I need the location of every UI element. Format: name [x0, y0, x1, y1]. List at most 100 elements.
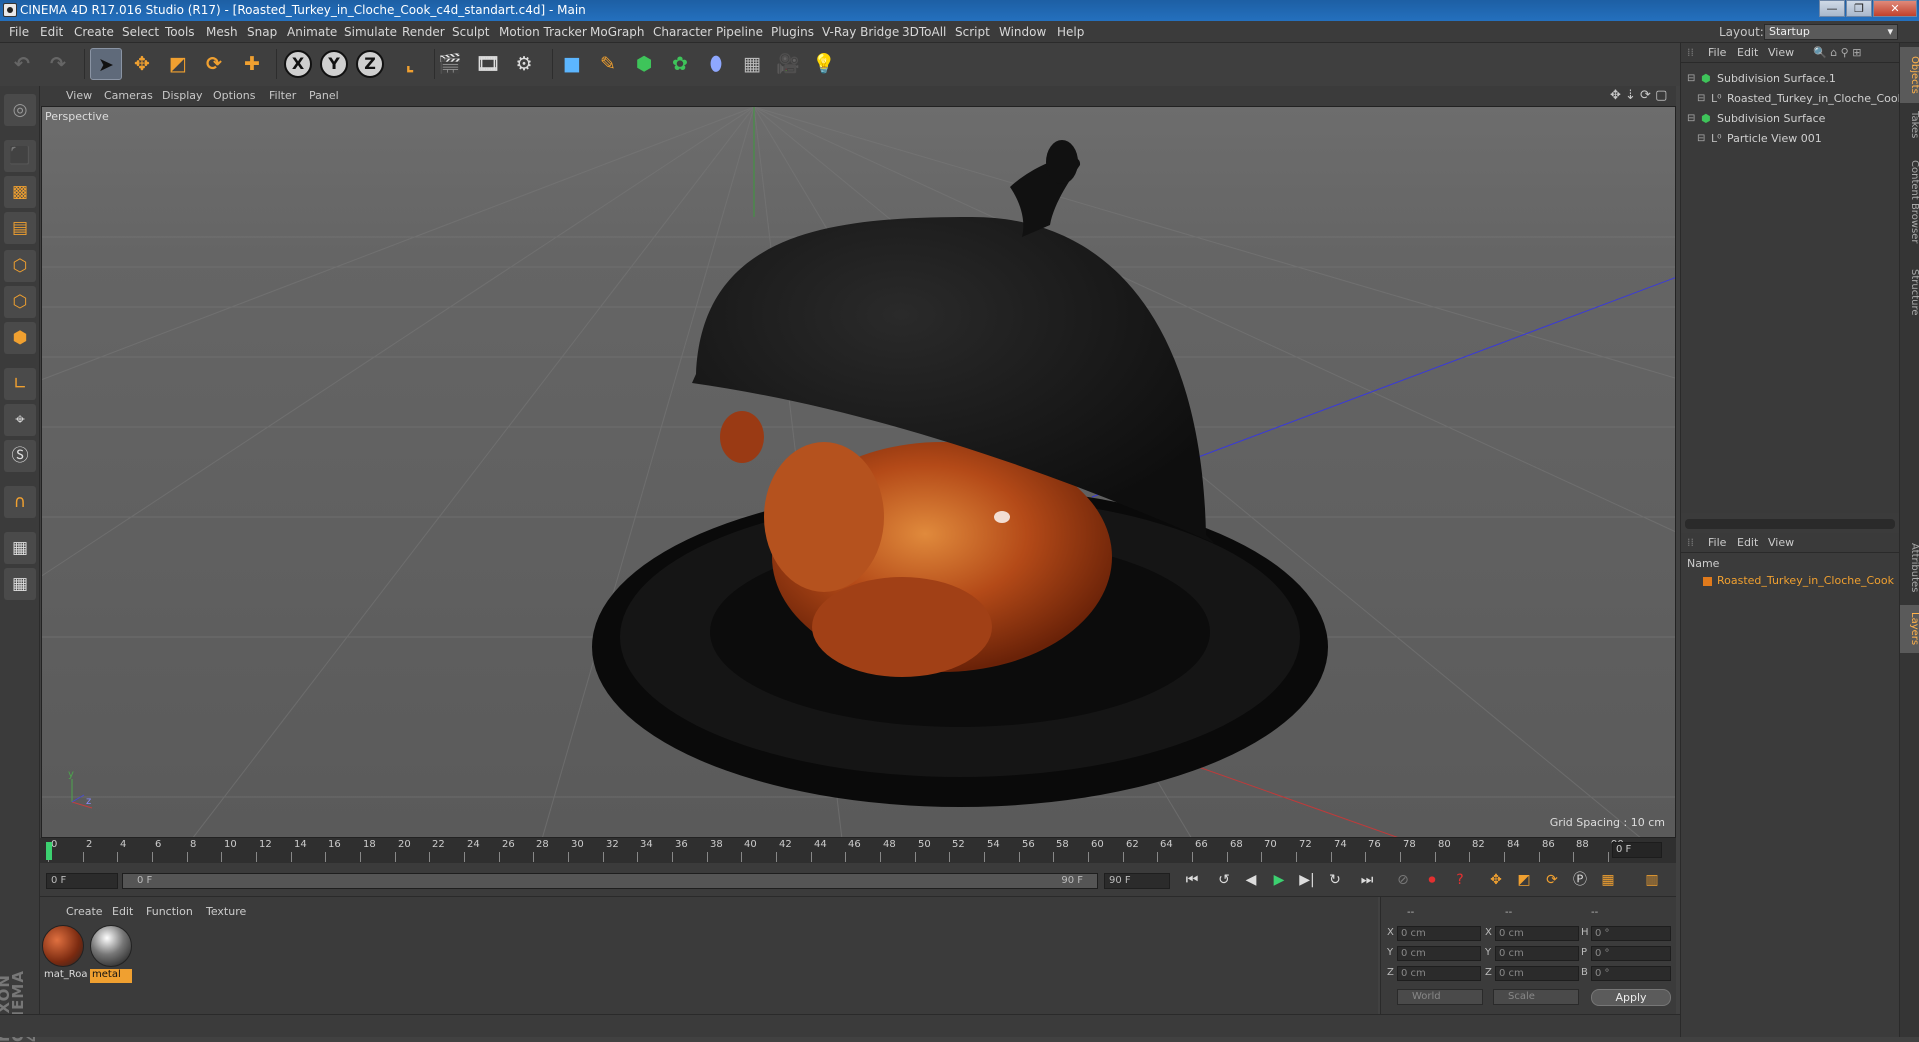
- objects-menu-file[interactable]: File: [1708, 43, 1726, 63]
- minimize-button[interactable]: —: [1819, 0, 1845, 17]
- expand-icon[interactable]: ⊟: [1687, 69, 1695, 89]
- position-z-field[interactable]: 0 cm: [1397, 966, 1481, 981]
- points-mode-icon[interactable]: ⬡: [4, 250, 36, 282]
- move-icon[interactable]: ✥: [126, 48, 158, 80]
- make-editable-icon[interactable]: ◎: [4, 94, 36, 126]
- tab-layers[interactable]: Layers: [1900, 605, 1919, 653]
- key-pla-icon[interactable]: ▦: [1596, 868, 1620, 892]
- go-to-start-icon[interactable]: ⏮: [1180, 868, 1204, 892]
- size-y-field[interactable]: 0 cm: [1495, 946, 1579, 961]
- render-picture-viewer-icon[interactable]: 🎞: [472, 48, 504, 80]
- menu-create[interactable]: Create: [74, 21, 114, 43]
- menu-character[interactable]: Character: [653, 21, 712, 43]
- previous-frame-icon[interactable]: ◀: [1239, 868, 1263, 892]
- close-button[interactable]: ✕: [1873, 0, 1917, 17]
- viewport-menu-display[interactable]: Display: [162, 86, 203, 106]
- material-swatch-metal[interactable]: metal: [90, 925, 132, 983]
- current-frame-field[interactable]: 0 F: [1612, 842, 1662, 858]
- object-row[interactable]: ⊟ ⬢ Subdivision Surface: [1681, 109, 1900, 129]
- camera-icon[interactable]: 🎥: [772, 48, 804, 80]
- menu-tools[interactable]: Tools: [165, 21, 195, 43]
- model-mode-icon[interactable]: ⬛: [4, 140, 36, 172]
- material-menu-edit[interactable]: Edit: [112, 905, 133, 918]
- menu-animate[interactable]: Animate: [287, 21, 337, 43]
- expand-icon[interactable]: ⊟: [1697, 129, 1705, 149]
- coordinate-system-icon[interactable]: ⌞: [394, 48, 426, 80]
- objects-menu-view[interactable]: View: [1768, 43, 1794, 63]
- workplane-lock-icon[interactable]: ▦: [4, 532, 36, 564]
- axis-mode-icon[interactable]: ∟: [4, 368, 36, 400]
- size-mode-select[interactable]: Scale: [1493, 989, 1579, 1005]
- go-to-end-icon[interactable]: ⏭: [1355, 868, 1379, 892]
- object-row[interactable]: ⊟ ⬢ Subdivision Surface.1: [1681, 69, 1900, 89]
- object-row[interactable]: ⊟ L⁰ Particle View 001: [1681, 129, 1900, 149]
- layout-select[interactable]: Startup ▾: [1764, 24, 1898, 40]
- snap-magnet-icon[interactable]: ∩: [4, 486, 36, 518]
- position-x-field[interactable]: 0 cm: [1397, 926, 1481, 941]
- maximize-button[interactable]: ❐: [1846, 0, 1872, 17]
- keyframe-selection-icon[interactable]: ?: [1448, 868, 1472, 892]
- autokey-icon[interactable]: ⏺: [1420, 868, 1444, 892]
- render-settings-icon[interactable]: ⚙: [508, 48, 540, 80]
- menu-simulate[interactable]: Simulate: [344, 21, 397, 43]
- menu-script[interactable]: Script: [955, 21, 990, 43]
- previous-key-icon[interactable]: ↺: [1212, 868, 1236, 892]
- key-rotation-icon[interactable]: ⟳: [1540, 868, 1564, 892]
- edges-mode-icon[interactable]: ⬡: [4, 286, 36, 318]
- subdivision-surface-icon[interactable]: ⬢: [628, 48, 660, 80]
- layers-menu-view[interactable]: View: [1768, 533, 1794, 553]
- quantize-icon[interactable]: ▦: [4, 568, 36, 600]
- tab-attributes[interactable]: Attributes: [1900, 533, 1919, 603]
- apply-button[interactable]: Apply: [1591, 989, 1671, 1006]
- texture-mode-icon[interactable]: ▩: [4, 176, 36, 208]
- start-frame-field[interactable]: 0 F: [46, 873, 118, 889]
- layer-color-swatch[interactable]: [1703, 577, 1712, 586]
- record-keys-icon[interactable]: ⊘: [1391, 868, 1415, 892]
- rotate-icon[interactable]: ⟳: [198, 48, 230, 80]
- viewport-menu-filter[interactable]: Filter: [269, 86, 296, 106]
- size-x-field[interactable]: 0 cm: [1495, 926, 1579, 941]
- rotation-p-field[interactable]: 0 °: [1591, 946, 1671, 961]
- menu-motion-tracker[interactable]: Motion Tracker: [499, 21, 587, 43]
- deformer-icon[interactable]: ⬮: [700, 48, 732, 80]
- timeline-window-icon[interactable]: ▥: [1640, 868, 1664, 892]
- material-swatch-mat-roa[interactable]: mat_Roa: [42, 925, 88, 983]
- scale-icon[interactable]: ◩: [162, 48, 194, 80]
- viewport-nav-icons[interactable]: ✥ ⇣ ⟳ ▢: [1610, 86, 1667, 106]
- viewport-menu-view[interactable]: View: [66, 86, 92, 106]
- material-menu-create[interactable]: Create: [66, 905, 103, 918]
- tab-structure[interactable]: Structure: [1900, 259, 1919, 325]
- frame-range-slider[interactable]: 0 F 90 F: [122, 873, 1098, 889]
- menu-render[interactable]: Render: [402, 21, 445, 43]
- expand-icon[interactable]: ⊟: [1697, 89, 1705, 109]
- size-z-field[interactable]: 0 cm: [1495, 966, 1579, 981]
- floor-scene-icon[interactable]: ▦: [736, 48, 768, 80]
- mograph-cloner-icon[interactable]: ✿: [664, 48, 696, 80]
- next-key-icon[interactable]: ↻: [1323, 868, 1347, 892]
- x-axis-lock-button[interactable]: X: [284, 50, 312, 78]
- tab-objects[interactable]: Objects: [1900, 47, 1919, 103]
- menu-vray-bridge[interactable]: V-Ray Bridge: [822, 21, 899, 43]
- menu-snap[interactable]: Snap: [247, 21, 277, 43]
- next-frame-icon[interactable]: ▶|: [1295, 868, 1319, 892]
- tab-content-browser[interactable]: Content Browser: [1900, 147, 1919, 257]
- position-y-field[interactable]: 0 cm: [1397, 946, 1481, 961]
- tab-takes[interactable]: Takes: [1900, 105, 1919, 145]
- menu-select[interactable]: Select: [122, 21, 159, 43]
- menu-mesh[interactable]: Mesh: [206, 21, 238, 43]
- pen-spline-icon[interactable]: ✎: [592, 48, 624, 80]
- object-tree-scrollbar[interactable]: [1685, 519, 1895, 529]
- select-arrow-icon[interactable]: ➤: [90, 48, 122, 80]
- menu-help[interactable]: Help: [1057, 21, 1084, 43]
- perspective-viewport[interactable]: y z Perspective Grid Spacing : 10 cm: [41, 106, 1676, 838]
- workplane-mode-icon[interactable]: ▤: [4, 212, 36, 244]
- playhead[interactable]: [46, 842, 52, 860]
- viewport-menu-cameras[interactable]: Cameras: [104, 86, 153, 106]
- light-icon[interactable]: 💡: [808, 48, 840, 80]
- undo-icon[interactable]: ↶: [6, 48, 38, 80]
- end-frame-field[interactable]: 90 F: [1104, 873, 1170, 889]
- z-axis-lock-button[interactable]: Z: [356, 50, 384, 78]
- polygons-mode-icon[interactable]: ⬢: [4, 322, 36, 354]
- solo-mode-icon[interactable]: Ⓢ: [4, 440, 36, 472]
- layers-menu-file[interactable]: File: [1708, 533, 1726, 553]
